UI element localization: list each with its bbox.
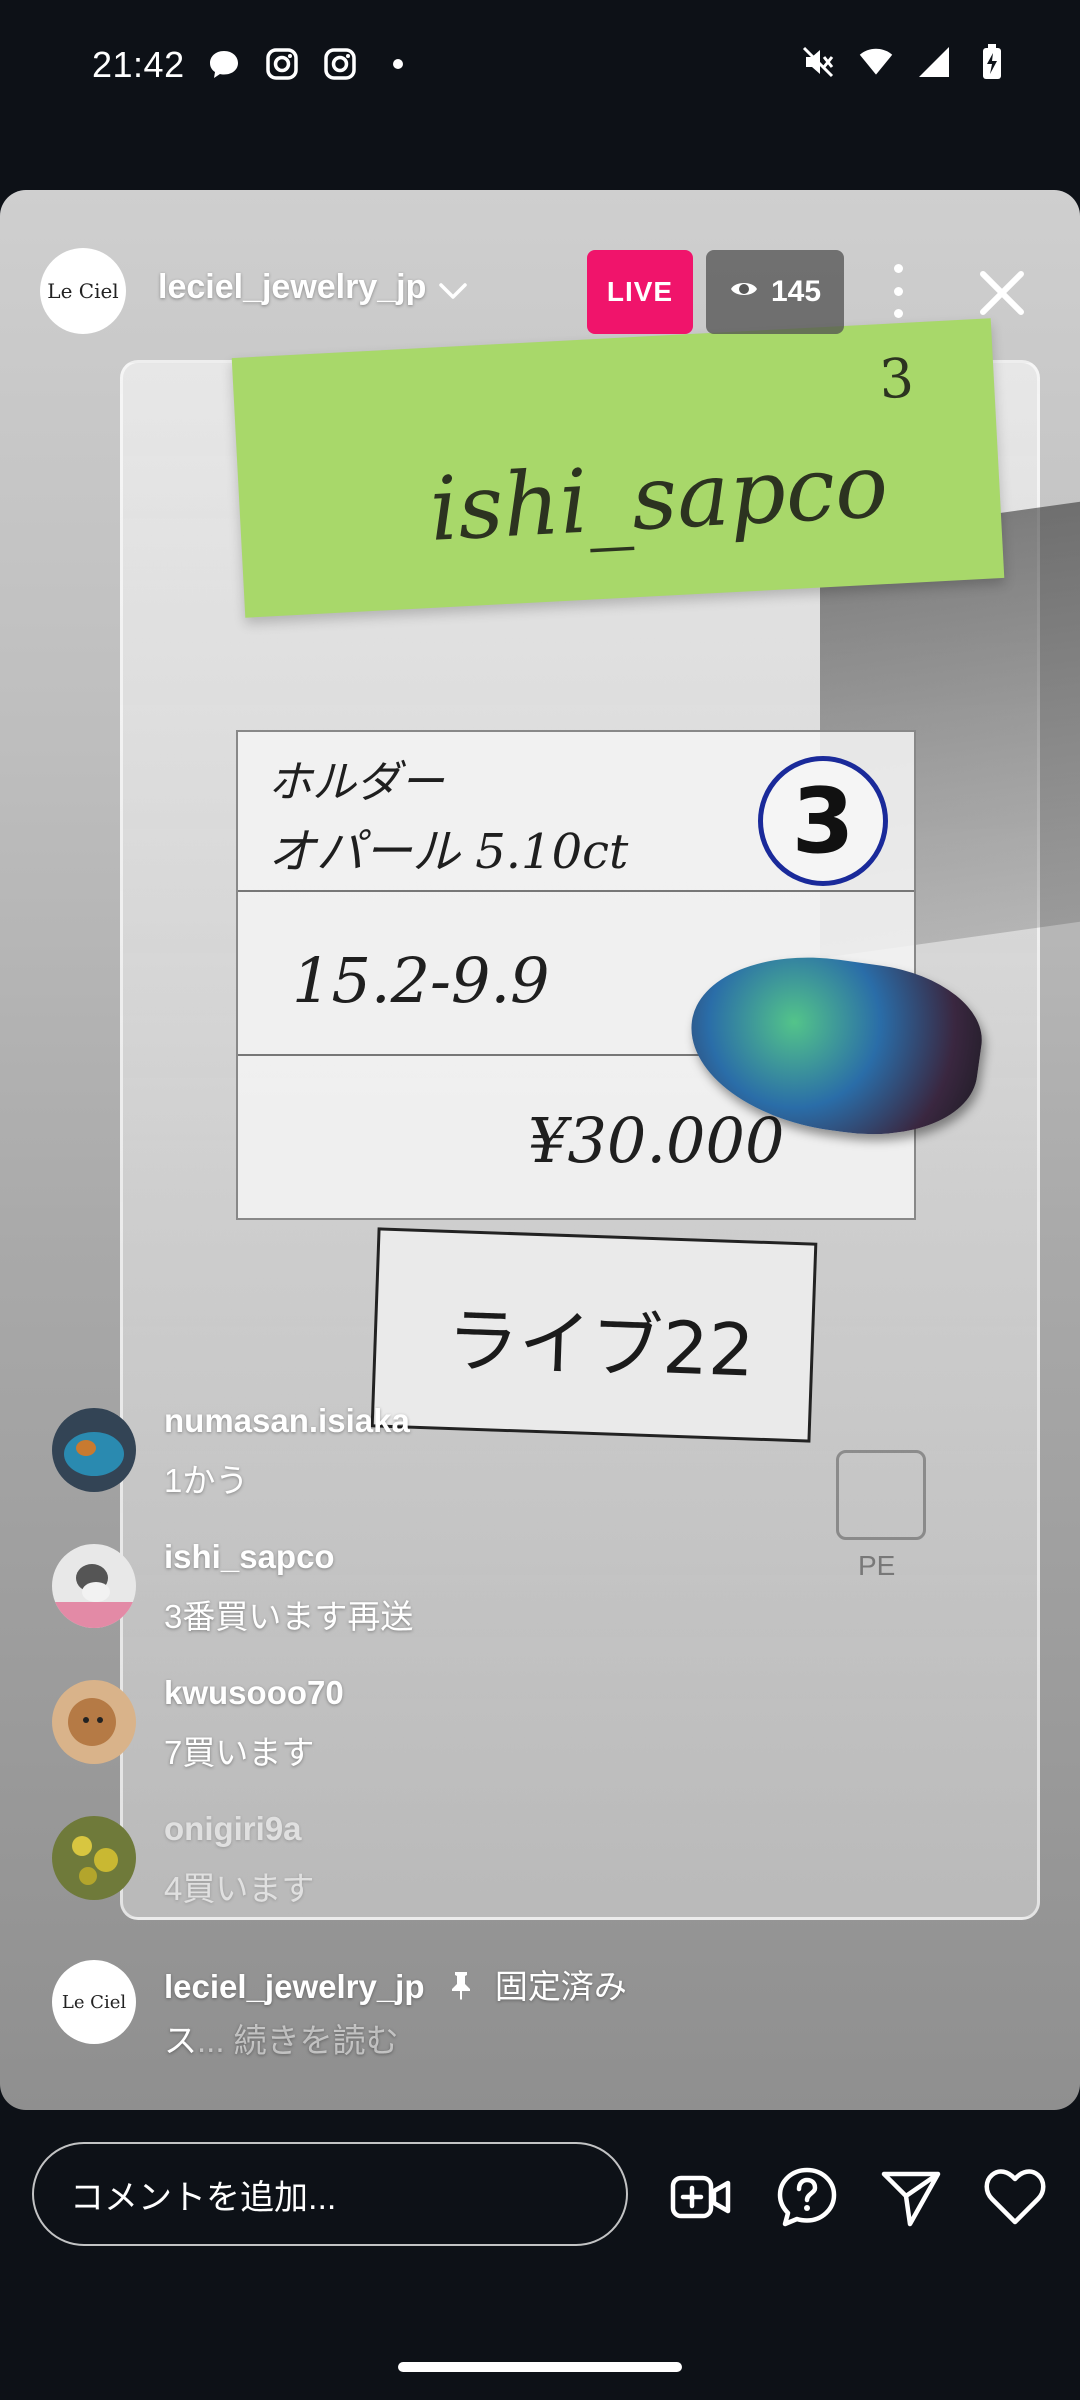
question-icon[interactable]: [776, 2166, 838, 2228]
commenter-name[interactable]: ishi_sapco: [164, 1538, 335, 1576]
home-indicator[interactable]: [398, 2362, 682, 2372]
host-username[interactable]: leciel_jewelry_jp: [158, 268, 426, 307]
battery-charging-icon: [974, 44, 1010, 80]
comment-item[interactable]: numasan.isiaka 1かう: [52, 1402, 952, 1518]
host-avatar[interactable]: Le Ciel: [40, 248, 126, 334]
live-header: Le Ciel leciel_jewelry_jp LIVE 145: [0, 218, 1080, 334]
comment-input-placeholder: コメントを追加...: [70, 2178, 337, 2217]
commenter-name[interactable]: kwusooo70: [164, 1674, 344, 1712]
close-icon[interactable]: [975, 266, 1029, 320]
read-more-link[interactable]: ... 続きを読む: [197, 2022, 399, 2059]
status-time: 21:42: [92, 44, 185, 85]
sticky-note: ishi_sapco 3: [231, 318, 1005, 618]
dot-icon: [380, 46, 416, 82]
chat-bubble-icon: [206, 46, 242, 82]
commenter-name[interactable]: onigiri9a: [164, 1810, 302, 1848]
pinned-avatar[interactable]: Le Ciel: [52, 1960, 136, 2044]
send-icon[interactable]: [880, 2166, 942, 2228]
sticky-note-number: 3: [877, 346, 916, 412]
commenter-avatar[interactable]: [52, 1544, 136, 1628]
instagram-icon: [264, 46, 300, 82]
eye-icon: [729, 275, 759, 309]
viewer-count-badge[interactable]: 145: [706, 250, 844, 334]
live-number-text: ライブ22: [445, 1297, 756, 1393]
comment-text: 7買います: [164, 1734, 315, 1771]
add-video-icon[interactable]: [670, 2166, 732, 2228]
comment-text: 4買います: [164, 1870, 315, 1907]
comment-item[interactable]: kwusooo70 7買います: [52, 1674, 952, 1790]
comment-text: 1かう: [164, 1462, 249, 1499]
card-price: ¥30.000: [528, 1104, 785, 1177]
more-options-icon[interactable]: [878, 264, 918, 318]
wifi-icon: [858, 44, 894, 80]
avatar-logo-text: Le Ciel: [47, 279, 119, 303]
commenter-avatar[interactable]: [52, 1816, 136, 1900]
instagram-icon: [322, 46, 358, 82]
heart-icon[interactable]: [984, 2166, 1046, 2228]
card-circle-number: 3: [758, 756, 888, 886]
comment-item[interactable]: ishi_sapco 3番買います再送: [52, 1538, 952, 1654]
commenter-avatar[interactable]: [52, 1680, 136, 1764]
card-divider: [238, 890, 914, 892]
card-line1: ホルダー: [268, 757, 444, 808]
viewer-count: 145: [770, 275, 822, 308]
mute-icon: [800, 44, 836, 80]
live-badge: LIVE: [587, 250, 693, 334]
sticky-note-text: ishi_sapco: [427, 433, 891, 561]
comment-input[interactable]: コメントを追加...: [32, 2142, 628, 2246]
status-bar: 21:42: [0, 0, 1080, 130]
pinned-header: leciel_jewelry_jp 固定済み: [164, 1960, 627, 2008]
comment-item[interactable]: onigiri9a 4買います: [52, 1810, 952, 1926]
card-line2: オパール 5.10ct: [268, 824, 629, 880]
notification-icons: [206, 46, 416, 82]
commenter-name[interactable]: numasan.isiaka: [164, 1402, 410, 1440]
system-icons: [800, 44, 1010, 80]
chevron-down-icon[interactable]: [436, 274, 470, 308]
commenter-avatar[interactable]: [52, 1408, 136, 1492]
signal-icon: [916, 44, 952, 80]
pinned-body: ス... 続きを読む: [164, 2014, 399, 2062]
pin-icon: [448, 1970, 474, 2008]
pinned-avatar-text: Le Ciel: [61, 1991, 127, 2013]
pinned-label: 固定済み: [494, 1968, 627, 2005]
pinned-body-text: ス: [164, 2022, 197, 2059]
pinned-username[interactable]: leciel_jewelry_jp: [164, 1968, 425, 2005]
card-size: 15.2-9.9: [292, 944, 550, 1017]
comment-text: 3番買います再送: [164, 1598, 414, 1635]
